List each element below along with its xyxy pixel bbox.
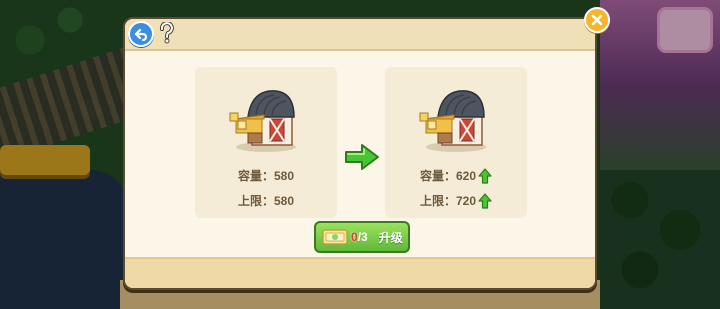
next-capacity-row: 容量： 620 xyxy=(385,167,527,184)
upgrade-dialog: 容量： 580 上限： 580 容量： 620 上限： 720 0 /3 升级 xyxy=(123,17,597,290)
upgrade-label: 升级 xyxy=(378,230,403,245)
back-button[interactable] xyxy=(128,21,154,47)
close-x-icon xyxy=(591,14,603,26)
ticket-have: 0 xyxy=(351,230,358,244)
upgrade-button[interactable]: 0 /3 升级 xyxy=(314,221,410,253)
up-arrow-icon xyxy=(478,167,492,184)
upgrade-ticket-icon xyxy=(322,229,348,245)
limit-label: 上限： xyxy=(419,194,456,208)
help-button[interactable] xyxy=(156,20,178,46)
next-limit-row: 上限： 720 xyxy=(385,192,527,209)
dialog-footer xyxy=(125,257,595,288)
current-level-card: 容量： 580 上限： 580 xyxy=(195,67,337,218)
limit-value: 720 xyxy=(455,193,477,208)
ticket-need: /3 xyxy=(357,230,368,244)
current-capacity-row: 容量： 580 xyxy=(195,167,337,184)
capacity-label: 容量： xyxy=(419,169,456,183)
storage-building-icon xyxy=(419,90,486,152)
capacity-value: 580 xyxy=(273,168,295,183)
ticket-count: 0 /3 xyxy=(351,230,368,244)
capacity-value: 620 xyxy=(455,168,477,183)
right-arrow-icon xyxy=(345,144,379,170)
close-button[interactable] xyxy=(584,7,610,33)
storage-building-icon xyxy=(229,90,296,152)
capacity-label: 容量： xyxy=(237,169,274,183)
up-arrow-icon xyxy=(478,192,492,209)
question-mark-icon xyxy=(159,22,174,44)
limit-label: 上限： xyxy=(237,194,274,208)
limit-value: 580 xyxy=(273,193,295,208)
current-limit-row: 上限： 580 xyxy=(195,192,337,209)
next-level-card: 容量： 620 上限： 720 xyxy=(385,67,527,218)
dialog-header xyxy=(125,19,595,51)
back-arrow-icon xyxy=(134,28,148,41)
